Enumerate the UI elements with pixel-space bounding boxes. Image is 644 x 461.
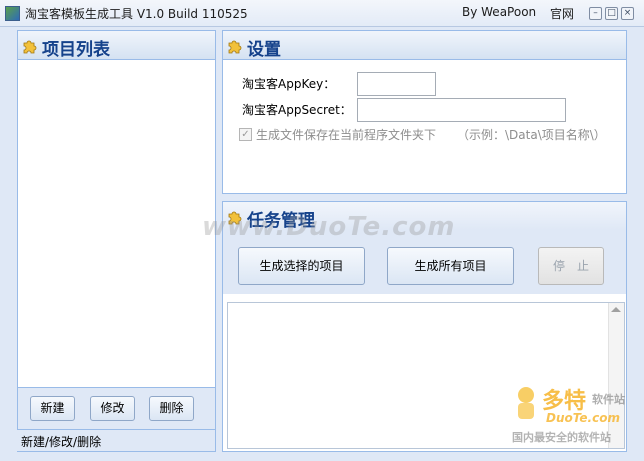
project-list[interactable]: [18, 60, 215, 387]
project-list-header: 项目列表: [18, 31, 215, 60]
task-panel: 任务管理 生成选择的项目 生成所有项目 停 止: [222, 201, 627, 452]
project-list-title: 项目列表: [42, 40, 110, 60]
task-title: 任务管理: [247, 211, 315, 231]
puzzle-icon: [23, 40, 37, 54]
puzzle-icon: [228, 40, 242, 54]
appkey-label: 淘宝客AppKey：: [242, 77, 336, 91]
settings-header: 设置: [223, 31, 626, 60]
task-log[interactable]: [227, 302, 625, 449]
appkey-input[interactable]: [357, 72, 436, 96]
generate-selected-button[interactable]: 生成选择的项目: [238, 247, 365, 285]
settings-title: 设置: [247, 40, 281, 60]
generate-all-button[interactable]: 生成所有项目: [387, 247, 514, 285]
minimize-icon[interactable]: –: [589, 7, 602, 20]
status-bar: 新建/修改/删除: [17, 429, 215, 451]
author-byline: By WeaPoon: [462, 5, 537, 19]
delete-project-button[interactable]: 删除: [149, 396, 194, 421]
log-scrollbar[interactable]: [608, 303, 624, 448]
task-header: 任务管理: [223, 202, 626, 231]
maximize-icon[interactable]: □: [605, 7, 618, 20]
stop-button[interactable]: 停 止: [538, 247, 604, 285]
settings-panel: 设置 淘宝客AppKey： 淘宝客AppSecret： ✓ 生成文件保存在当前程…: [222, 30, 627, 194]
official-site-link[interactable]: 官网: [550, 5, 574, 22]
appsecret-input[interactable]: [357, 98, 566, 122]
task-toolbar: 生成选择的项目 生成所有项目 停 止: [223, 230, 626, 294]
save-in-app-folder-checkbox[interactable]: ✓: [239, 128, 252, 141]
scroll-up-icon[interactable]: [611, 307, 621, 312]
window-title: 淘宝客模板生成工具 V1.0 Build 110525: [25, 7, 248, 21]
save-path-hint: （示例：\Data\项目名称\）: [457, 128, 606, 142]
app-icon: [5, 6, 20, 21]
title-bar: 淘宝客模板生成工具 V1.0 Build 110525 By WeaPoon 官…: [0, 0, 644, 27]
close-icon[interactable]: ×: [621, 7, 634, 20]
project-list-panel: 项目列表 新建 修改 删除: [17, 30, 216, 452]
status-text: 新建/修改/删除: [21, 435, 102, 449]
save-in-app-folder-label: 生成文件保存在当前程序文件夹下: [256, 128, 437, 142]
puzzle-icon: [228, 211, 242, 225]
appsecret-label: 淘宝客AppSecret：: [242, 103, 352, 117]
new-project-button[interactable]: 新建: [30, 396, 75, 421]
project-button-bar: 新建 修改 删除: [18, 387, 215, 430]
edit-project-button[interactable]: 修改: [90, 396, 135, 421]
